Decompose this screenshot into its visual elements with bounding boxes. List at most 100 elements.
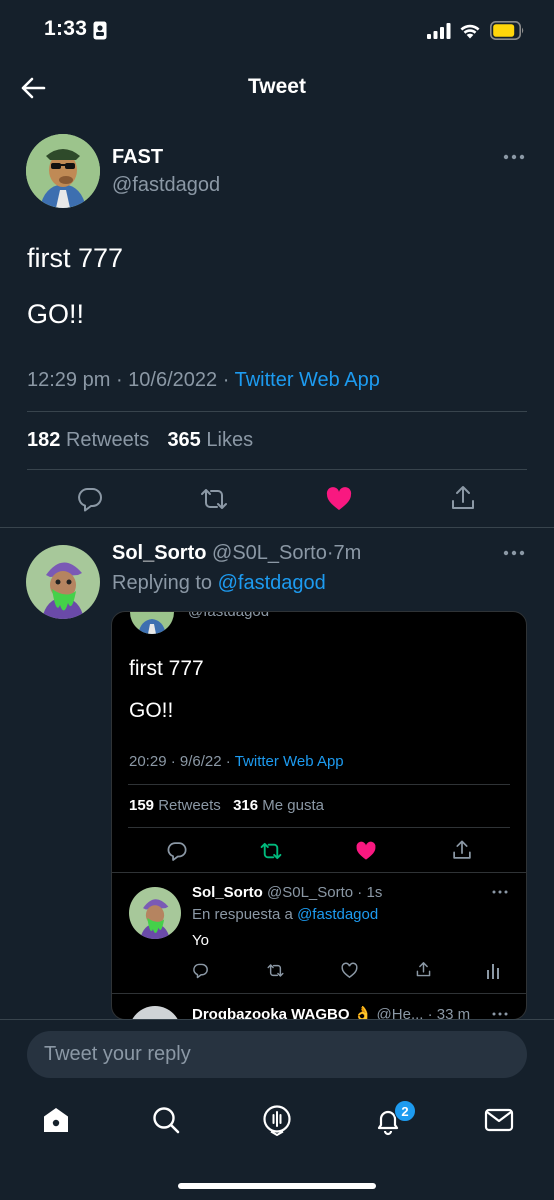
more-icon bbox=[492, 890, 508, 894]
heart-icon bbox=[326, 487, 352, 510]
battery-icon bbox=[490, 21, 526, 40]
embed-inner-replying-label: En respuesta a bbox=[192, 906, 293, 923]
embed-avatar bbox=[130, 612, 174, 634]
tab-search[interactable] bbox=[151, 1105, 181, 1135]
author-name[interactable]: FAST bbox=[112, 146, 163, 169]
embed-time: 20:29 bbox=[129, 753, 167, 770]
retweet-button[interactable] bbox=[199, 485, 229, 513]
embed-reply-icon-wrap bbox=[166, 840, 188, 862]
tab-spaces[interactable] bbox=[262, 1104, 292, 1136]
tweet-time: 12:29 pm bbox=[27, 369, 111, 391]
more-icon bbox=[503, 154, 525, 160]
reply-icon bbox=[193, 963, 208, 979]
embed-likes-count: 316 bbox=[233, 797, 259, 814]
embed-inner-age: 1s bbox=[366, 884, 383, 901]
tweet-text-line-2: GO!! bbox=[27, 299, 85, 329]
embed-handle: @fastdagod bbox=[188, 611, 270, 620]
embed-next-emoji: 👌 bbox=[353, 1006, 373, 1020]
divider bbox=[128, 827, 510, 828]
more-icon bbox=[492, 1012, 508, 1016]
reply-avatar[interactable] bbox=[26, 545, 100, 619]
status-time: 1:33 bbox=[44, 17, 88, 40]
divider bbox=[27, 469, 527, 470]
meta-dot: · bbox=[353, 884, 367, 901]
embed-likes-label: Me gusta bbox=[262, 797, 324, 814]
tweet-source-link[interactable]: Twitter Web App bbox=[235, 369, 380, 391]
divider bbox=[112, 993, 526, 994]
meta-dot: · bbox=[222, 369, 235, 391]
share-icon bbox=[452, 486, 474, 509]
embed-text-line-1: first 777 bbox=[129, 657, 204, 680]
retweet-icon bbox=[201, 489, 227, 509]
likes-label: Likes bbox=[206, 429, 254, 451]
author-handle[interactable]: @fastdagod bbox=[112, 174, 220, 197]
replying-to: Replying to @fastdagod bbox=[112, 572, 326, 595]
page-title: Tweet bbox=[248, 75, 306, 98]
replying-to-handle[interactable]: @fastdagod bbox=[218, 572, 326, 594]
search-icon bbox=[153, 1107, 180, 1134]
embed-stats: 159 Retweets 316 Me gusta bbox=[129, 797, 324, 814]
notifications-badge: 2 bbox=[394, 1100, 416, 1122]
embed-next-handle: @He... bbox=[376, 1006, 424, 1020]
badge-icon bbox=[93, 21, 107, 40]
spaces-icon bbox=[263, 1105, 291, 1136]
embed-next-avatar bbox=[129, 1006, 181, 1019]
retweets-label: Retweets bbox=[65, 429, 150, 451]
share-icon bbox=[416, 962, 431, 977]
embed-inner-analytics-icon bbox=[486, 962, 500, 979]
embed-inner-heart-icon bbox=[341, 962, 358, 979]
embed-inner-header: Sol_Sorto @S0L_Sorto · 1s bbox=[192, 884, 382, 901]
embed-heart-icon-wrap bbox=[355, 840, 377, 862]
embed-inner-retweet-icon bbox=[266, 962, 285, 979]
attached-image[interactable]: @fastdagod first 777 GO!! 20:29 · 9/6/22… bbox=[111, 611, 527, 1020]
meta-dot: · bbox=[326, 542, 334, 564]
signal-icon bbox=[427, 23, 451, 39]
embed-text-line-2: GO!! bbox=[129, 699, 174, 722]
tweet-text-line-1: first 777 bbox=[27, 243, 124, 273]
tweet-more-button[interactable] bbox=[503, 150, 525, 164]
home-icon bbox=[44, 1108, 68, 1132]
share-button[interactable] bbox=[449, 484, 477, 512]
tweet-stats: 182 Retweets 365 Likes bbox=[27, 429, 253, 452]
meta-dot: · bbox=[423, 1006, 437, 1020]
meta-dot: · bbox=[225, 753, 235, 770]
meta-dot: · bbox=[115, 369, 129, 391]
embed-retweets-count: 159 bbox=[129, 797, 155, 814]
embed-inner-reply-icon bbox=[192, 962, 209, 979]
reply-input[interactable]: Tweet your reply bbox=[27, 1031, 527, 1078]
reply-author-name[interactable]: Sol_Sorto bbox=[112, 542, 206, 564]
reply-button[interactable] bbox=[76, 485, 104, 513]
tweet-date: 10/6/2022 bbox=[128, 369, 218, 391]
embed-source: Twitter Web App bbox=[234, 753, 344, 770]
avatar[interactable] bbox=[26, 134, 100, 208]
heart-icon bbox=[341, 962, 358, 979]
embed-inner-replying: En respuesta a @fastdagod bbox=[192, 906, 378, 923]
reply-more-button[interactable] bbox=[503, 546, 525, 560]
reply-input-placeholder: Tweet your reply bbox=[44, 1043, 191, 1065]
mail-icon bbox=[484, 1108, 514, 1132]
tab-home[interactable] bbox=[41, 1105, 71, 1135]
embed-retweets-label: Retweets bbox=[158, 797, 221, 814]
divider bbox=[112, 872, 526, 873]
divider bbox=[27, 411, 527, 412]
divider bbox=[0, 1019, 554, 1020]
divider bbox=[0, 527, 554, 528]
embed-next-header: Drogbazooka WAGBO 👌 @He... · 33 m bbox=[192, 1005, 471, 1020]
embed-inner-handle: @S0L_Sorto bbox=[267, 884, 354, 901]
likes-stat[interactable]: 365 Likes bbox=[167, 429, 253, 451]
embed-next-age: 33 m bbox=[436, 1006, 471, 1020]
embed-inner-replying-handle: @fastdagod bbox=[297, 906, 379, 923]
retweet-icon bbox=[267, 964, 284, 977]
like-button[interactable] bbox=[325, 485, 353, 513]
embed-retweet-icon-wrap bbox=[259, 840, 283, 862]
embed-inner-share-icon bbox=[415, 961, 432, 978]
retweets-stat[interactable]: 182 Retweets bbox=[27, 429, 149, 451]
tab-messages[interactable] bbox=[484, 1107, 514, 1133]
reply-author-handle[interactable]: @S0L_Sorto bbox=[212, 542, 327, 564]
reply-icon bbox=[78, 488, 102, 512]
tweet-meta: 12:29 pm · 10/6/2022 · Twitter Web App bbox=[27, 369, 380, 392]
embed-inner-avatar bbox=[129, 887, 181, 939]
analytics-icon bbox=[487, 964, 499, 979]
share-icon bbox=[453, 840, 471, 859]
embed-next-name: Drogbazooka WAGBO bbox=[192, 1006, 350, 1020]
